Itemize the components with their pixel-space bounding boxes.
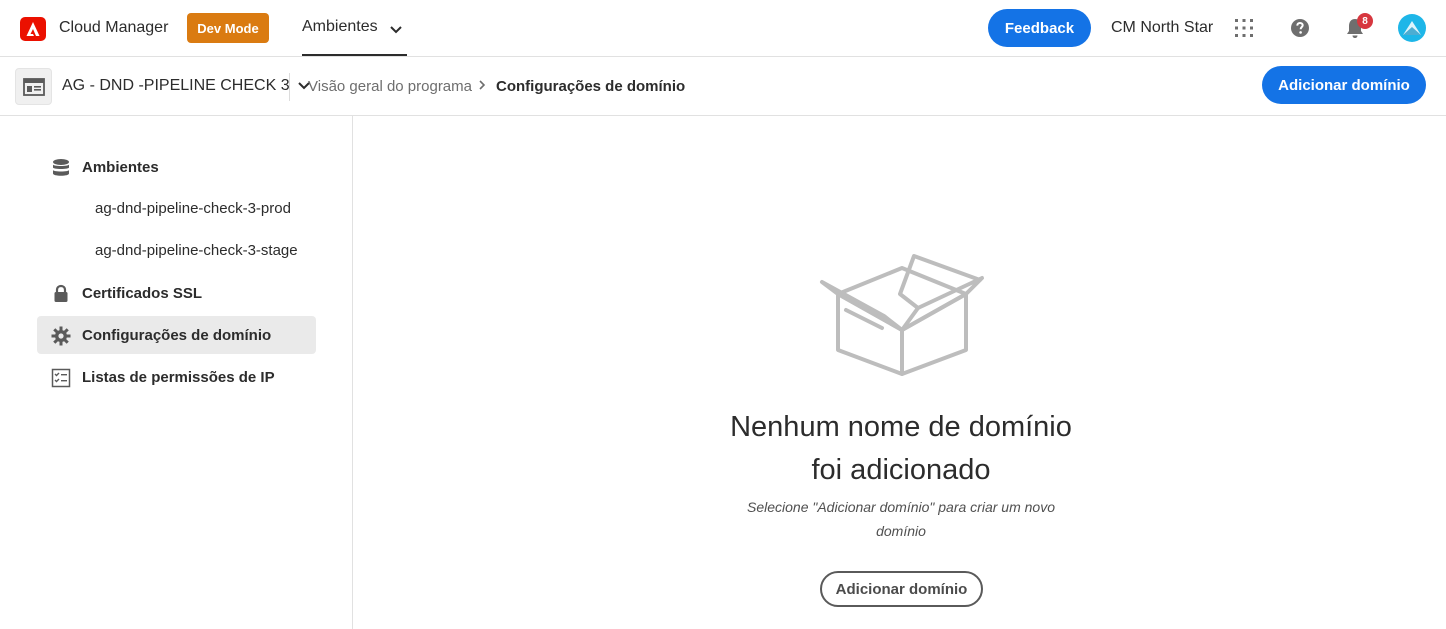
- empty-state-add-domain-button[interactable]: Adicionar domínio: [820, 571, 983, 607]
- app-switcher-icon[interactable]: [1234, 18, 1254, 38]
- sidebar-item-label: Configurações de domínio: [82, 326, 272, 344]
- empty-state-title-line2: foi adicionado: [811, 454, 991, 486]
- empty-state-description-line1: Selecione "Adicionar domínio" para criar…: [747, 499, 1055, 515]
- sidebar-item-domain-settings[interactable]: Configurações de domínio: [37, 316, 316, 354]
- database-icon: [53, 159, 69, 176]
- sidebar-item-label: Listas de permissões de IP: [82, 368, 275, 386]
- empty-box-icon: [820, 254, 984, 376]
- breadcrumb-program-overview[interactable]: Visão geral do programa: [308, 78, 472, 95]
- gear-icon: [51, 326, 71, 346]
- program-icon: [15, 68, 52, 105]
- header-divider: [289, 73, 290, 101]
- sidebar-item-ip-allowlists[interactable]: Listas de permissões de IP: [37, 358, 316, 396]
- notification-count-badge: 8: [1357, 13, 1373, 29]
- nav-active-indicator: [302, 54, 407, 56]
- top-navigation-bar: Cloud Manager Dev Mode Ambientes Feedbac…: [0, 0, 1446, 57]
- chevron-down-icon: [389, 26, 402, 34]
- sidebar-subitem-prod-environment[interactable]: ag-dnd-pipeline-check-3-prod: [95, 200, 291, 217]
- checklist-icon: [51, 368, 71, 388]
- sidebar: Ambientes ag-dnd-pipeline-check-3-prod a…: [0, 116, 353, 629]
- empty-state-title-line1: Nenhum nome de domínio: [730, 411, 1072, 443]
- sidebar-item-ssl-certificates[interactable]: Certificados SSL: [37, 274, 316, 312]
- empty-state-description-line2: domínio: [876, 523, 926, 539]
- lock-icon: [54, 284, 68, 302]
- org-switcher[interactable]: CM North Star: [1111, 19, 1213, 37]
- adobe-logo-icon[interactable]: [20, 17, 46, 41]
- chevron-right-icon: [479, 80, 486, 90]
- sidebar-item-label: Certificados SSL: [82, 284, 203, 302]
- sidebar-item-environments[interactable]: Ambientes: [37, 148, 316, 186]
- feedback-button[interactable]: Feedback: [988, 9, 1091, 47]
- nav-environments-label: Ambientes: [302, 18, 378, 35]
- program-name: AG - DND -PIPELINE CHECK 3: [62, 77, 290, 94]
- breadcrumb-current-page: Configurações de domínio: [496, 78, 686, 95]
- program-header: AG - DND -PIPELINE CHECK 3 Visão geral d…: [0, 57, 1446, 116]
- program-selector[interactable]: AG - DND -PIPELINE CHECK 3: [62, 77, 310, 95]
- empty-state-description: Selecione "Adicionar domínio" para criar…: [731, 495, 1071, 543]
- help-icon[interactable]: [1290, 18, 1310, 38]
- sidebar-subitem-stage-environment[interactable]: ag-dnd-pipeline-check-3-stage: [95, 242, 298, 259]
- dev-mode-badge: Dev Mode: [187, 13, 269, 43]
- sidebar-item-label: Ambientes: [82, 158, 159, 176]
- add-domain-button[interactable]: Adicionar domínio: [1262, 66, 1426, 104]
- nav-environments-menu[interactable]: Ambientes: [302, 18, 402, 36]
- user-avatar[interactable]: [1398, 14, 1426, 42]
- empty-state-title: Nenhum nome de domínio foi adicionado: [681, 406, 1121, 492]
- app-title[interactable]: Cloud Manager: [59, 19, 168, 37]
